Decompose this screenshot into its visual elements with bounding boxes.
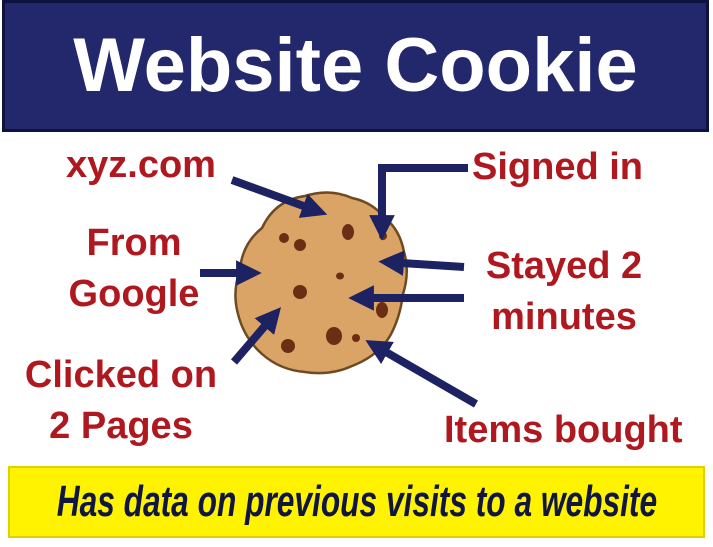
arrow-items-bought-icon — [365, 340, 478, 408]
chip — [293, 285, 307, 299]
label-stayed-line1: Stayed 2 — [485, 245, 643, 287]
label-signed-in-text: Signed in — [472, 146, 643, 188]
chip — [281, 339, 295, 353]
chip — [379, 232, 387, 240]
chip — [336, 272, 344, 280]
chip — [279, 233, 289, 243]
arrow-stayed-top-icon — [378, 250, 465, 276]
label-items-bought: Items bought — [444, 405, 683, 456]
chip — [352, 334, 360, 342]
label-from-google-line1: From — [86, 222, 182, 264]
label-stayed: Stayed 2 minutes — [466, 241, 662, 344]
label-clicked: Clicked on 2 Pages — [14, 350, 228, 453]
label-signed-in: Signed in — [472, 142, 643, 193]
chip — [326, 327, 342, 345]
footer-banner: Has data on previous visits to a website — [8, 466, 705, 538]
label-xyz-text: xyz.com — [66, 144, 216, 186]
chip — [342, 224, 354, 240]
label-items-bought-text: Items bought — [444, 409, 683, 451]
label-clicked-line1: Clicked on — [24, 354, 218, 396]
footer-caption: Has data on previous visits to a website — [56, 477, 657, 526]
chip — [376, 302, 388, 318]
label-from-google: From Google — [64, 218, 204, 321]
website-cookie-diagram: Website Cookie xyz.com Signed in From Go… — [0, 0, 713, 547]
chip — [294, 239, 306, 251]
label-from-google-line2: Google — [68, 273, 200, 316]
label-xyz: xyz.com — [66, 140, 216, 191]
arrow-signed-in-icon — [369, 164, 468, 241]
label-clicked-line2: 2 Pages — [49, 405, 193, 448]
label-stayed-line2: minutes — [491, 296, 637, 339]
